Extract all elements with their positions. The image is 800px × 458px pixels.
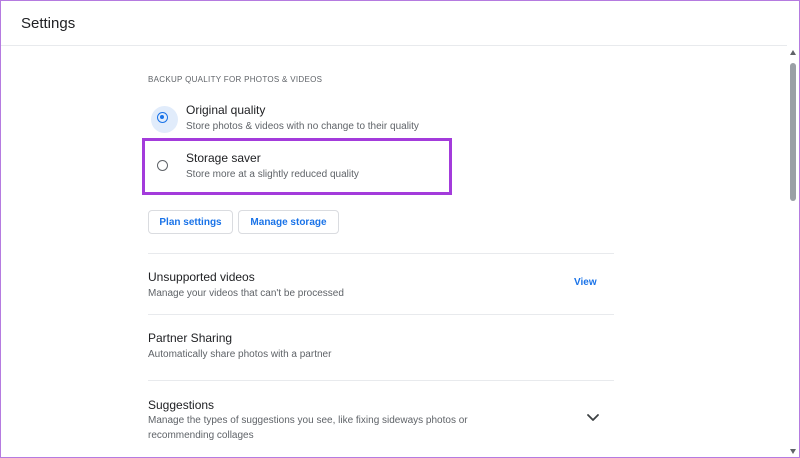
original-quality-description: Store photos & videos with no change to … bbox=[186, 121, 419, 132]
manage-storage-button[interactable]: Manage storage bbox=[238, 210, 339, 234]
view-unsupported-videos-link[interactable]: View bbox=[574, 277, 597, 288]
partner-sharing-description: Automatically share photos with a partne… bbox=[148, 349, 332, 360]
suggestions-description-line1: Manage the types of suggestions you see,… bbox=[148, 415, 468, 426]
backup-quality-label: BACKUP QUALITY FOR PHOTOS & VIDEOS bbox=[148, 75, 323, 84]
settings-window: Settings BACKUP QUALITY FOR PHOTOS & VID… bbox=[0, 0, 800, 458]
plan-settings-button[interactable]: Plan settings bbox=[148, 210, 233, 234]
scrollbar[interactable] bbox=[787, 45, 799, 457]
storage-saver-radio[interactable] bbox=[157, 160, 168, 171]
storage-saver-option[interactable]: Storage saver Store more at a slightly r… bbox=[148, 148, 448, 182]
original-quality-option[interactable]: Original quality Store photos & videos w… bbox=[148, 100, 448, 134]
radio-selected-dot bbox=[160, 115, 164, 119]
original-quality-radio[interactable] bbox=[157, 112, 168, 123]
page-title: Settings bbox=[21, 15, 76, 32]
storage-saver-description: Store more at a slightly reduced quality bbox=[186, 169, 359, 180]
suggestions-description-line2: recommending collages bbox=[148, 430, 254, 441]
original-quality-title: Original quality bbox=[186, 103, 266, 117]
chevron-down-icon[interactable] bbox=[586, 413, 600, 423]
partner-sharing-title[interactable]: Partner Sharing bbox=[148, 331, 232, 345]
storage-saver-title: Storage saver bbox=[186, 151, 261, 165]
divider bbox=[148, 314, 614, 315]
unsupported-videos-description: Manage your videos that can't be process… bbox=[148, 288, 344, 299]
divider bbox=[148, 253, 614, 254]
divider bbox=[148, 380, 614, 381]
scroll-up-arrow-icon[interactable] bbox=[789, 49, 797, 57]
unsupported-videos-title: Unsupported videos bbox=[148, 270, 255, 284]
settings-header: Settings bbox=[1, 1, 787, 46]
scroll-down-arrow-icon[interactable] bbox=[789, 447, 797, 455]
suggestions-title: Suggestions bbox=[148, 398, 215, 412]
scrollbar-thumb[interactable] bbox=[790, 63, 796, 201]
